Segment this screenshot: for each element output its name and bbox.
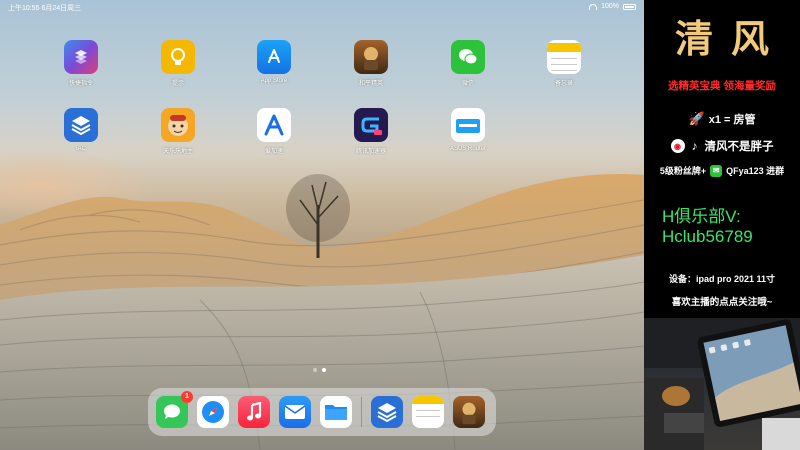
a-launcher-icon bbox=[257, 108, 291, 142]
battery-percent: 100% bbox=[601, 3, 619, 10]
dock-notes[interactable] bbox=[412, 396, 444, 428]
device-info: 设备：ipad pro 2021 11寸 bbox=[668, 274, 776, 284]
streamer-title: 清风 bbox=[674, 16, 787, 61]
notes-icon bbox=[547, 40, 581, 74]
fan-group-row: 5级粉丝牌+ ✉ QFya123 进群 bbox=[644, 164, 800, 177]
stream-overlay-panel: 清风 选精英宝典 领海量奖励 🚀 x1 = 房管 ◉ ♪ 清风不是胖子 5级粉丝… bbox=[644, 0, 800, 450]
app-asus-router[interactable]: ASUS Router bbox=[438, 108, 498, 152]
page-indicator[interactable] bbox=[313, 368, 326, 372]
club-label: H俱乐部V: bbox=[662, 207, 741, 226]
app-cartoon-game[interactable]: 天乐乐地主 bbox=[148, 108, 208, 155]
page-dot bbox=[313, 368, 317, 372]
rocket-reward-row: 🚀 x1 = 房管 bbox=[644, 111, 800, 127]
dock-messages[interactable]: 1 bbox=[156, 391, 193, 428]
status-time-date: 上午10:55 6月24日周三 bbox=[8, 5, 82, 12]
wechat-icon: ✉ bbox=[710, 164, 723, 177]
mail-icon bbox=[284, 405, 306, 419]
follow-prompt: 喜欢主播的点点关注哦~ bbox=[671, 297, 773, 308]
battery-icon bbox=[623, 3, 636, 10]
app-tips[interactable]: 提示 bbox=[148, 40, 208, 87]
files-icon bbox=[325, 405, 347, 420]
tips-icon bbox=[161, 40, 195, 74]
asus-router-icon bbox=[451, 108, 485, 142]
page-dot-active bbox=[322, 368, 326, 372]
app-label: IAC bbox=[75, 146, 86, 152]
notes-icon bbox=[412, 396, 444, 404]
app-label: 爱加速 bbox=[264, 149, 283, 155]
game-box-icon bbox=[354, 108, 388, 142]
rocket-icon: 🚀 bbox=[688, 111, 705, 126]
dock-files[interactable] bbox=[320, 396, 352, 428]
app-wechat[interactable]: 微信 bbox=[438, 40, 498, 87]
app-notes[interactable]: 备忘录 bbox=[534, 40, 594, 87]
weibo-icon: ◉ bbox=[670, 139, 685, 153]
rocket-reward-text: x1 = 房管 bbox=[708, 114, 756, 126]
camera-feed bbox=[644, 318, 800, 450]
status-indicators: 100% bbox=[589, 3, 636, 10]
app-label: 微信 bbox=[461, 81, 474, 87]
wifi-icon bbox=[589, 3, 598, 10]
messages-icon bbox=[164, 404, 180, 419]
app-label: App Store bbox=[260, 78, 288, 84]
social-row: ◉ ♪ 清风不是胖子 bbox=[644, 138, 800, 154]
ipad-home-screen: 上午10:55 6月24日周三 100% 快捷指令 提示 App Store 和… bbox=[0, 0, 644, 450]
app-label: 备忘录 bbox=[554, 81, 573, 87]
app-label: 快捷指令 bbox=[68, 81, 93, 87]
dock-separator bbox=[361, 397, 362, 427]
game-icon bbox=[462, 402, 476, 425]
app-game-box[interactable]: 腾讯加速器 bbox=[341, 108, 401, 155]
messages-badge: 1 bbox=[181, 391, 193, 403]
dock: 1 bbox=[148, 388, 496, 436]
safari-icon bbox=[202, 401, 224, 423]
club-id: Hclub56789 bbox=[662, 227, 753, 246]
app-label: 天乐乐地主 bbox=[162, 149, 193, 155]
dock-safari[interactable] bbox=[197, 396, 229, 428]
iac-icon bbox=[64, 108, 98, 142]
app-store-icon bbox=[257, 40, 291, 74]
app-label: ASUS Router bbox=[449, 146, 486, 152]
app-game-peace-elite[interactable]: 和平精英 bbox=[341, 40, 401, 87]
dock-iac[interactable] bbox=[371, 396, 403, 428]
dock-game[interactable] bbox=[453, 396, 485, 428]
wechat-icon bbox=[451, 40, 485, 74]
music-icon bbox=[247, 402, 262, 421]
promo-slogan: 选精英宝典 领海量奖励 bbox=[668, 80, 776, 92]
dock-mail[interactable] bbox=[279, 396, 311, 428]
game-icon bbox=[354, 40, 388, 74]
app-iac[interactable]: IAC bbox=[51, 108, 111, 152]
app-app-store[interactable]: App Store bbox=[244, 40, 304, 84]
dock-music[interactable] bbox=[238, 396, 270, 428]
app-label: 和平精英 bbox=[358, 81, 383, 87]
fan-level-text: 5级粉丝牌+ bbox=[659, 166, 707, 176]
social-handle: 清风不是胖子 bbox=[704, 141, 774, 153]
iac-icon bbox=[377, 403, 397, 423]
app-label: 腾讯加速器 bbox=[355, 149, 386, 155]
cartoon-game-icon bbox=[161, 108, 195, 142]
shortcuts-icon bbox=[64, 40, 98, 74]
wechat-group-text: QFya123 进群 bbox=[726, 166, 785, 176]
tiktok-icon: ♪ bbox=[691, 139, 698, 153]
app-shortcuts[interactable]: 快捷指令 bbox=[51, 40, 111, 87]
app-label: 提示 bbox=[171, 81, 184, 87]
app-a-launcher[interactable]: 爱加速 bbox=[244, 108, 304, 155]
